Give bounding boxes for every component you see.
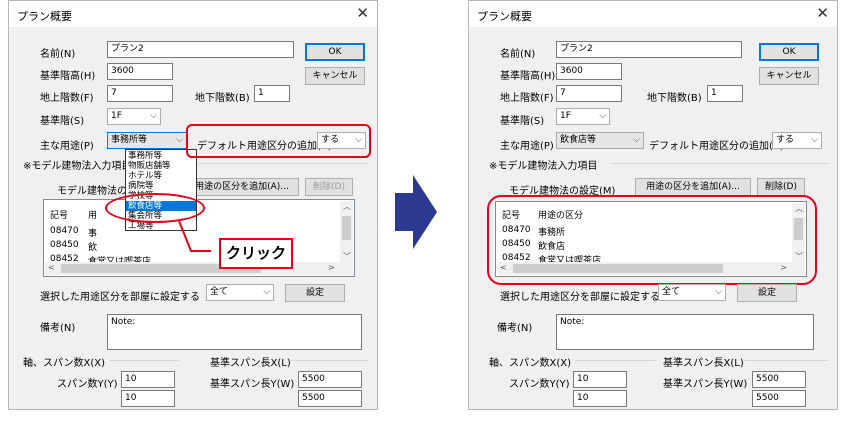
base-height-label: 基準階高(H): [500, 71, 556, 82]
span-y-input[interactable]: 10: [573, 390, 627, 407]
chevron-down-icon: ⌵: [633, 135, 640, 145]
floors-below-input[interactable]: 1: [707, 85, 743, 102]
base-floor-select[interactable]: 1F ⌵: [556, 108, 610, 125]
title-bar: プラン概要 ✕: [469, 1, 837, 27]
chevron-down-icon: ⌵: [599, 111, 606, 121]
floors-above-input[interactable]: 7: [556, 85, 622, 102]
axis-span-label: 軸、スパン数X(X): [489, 358, 572, 369]
scope-value: 全て: [662, 287, 681, 297]
floors-above-label: 地上階数(F): [500, 93, 554, 104]
base-floor-value: 1F: [560, 111, 571, 121]
base-floor-label: 基準階(S): [500, 116, 545, 127]
click-callout: クリック: [219, 238, 293, 269]
memo-label: 備考(N): [497, 323, 533, 334]
right-dialog: プラン概要 ✕ 名前(N) プラン2 OK 基準階高(H) 3600 キャンセル…: [468, 0, 838, 410]
set-button[interactable]: 設定: [737, 284, 797, 302]
scope-select[interactable]: 全て ⌵: [658, 284, 726, 301]
dialog-title: プラン概要: [477, 10, 532, 23]
arrow-right-icon: [395, 175, 437, 249]
span-y-label: スパン数Y(Y): [509, 379, 570, 390]
main-use-value: 飲食店等: [560, 135, 597, 145]
floors-below-label: 地下階数(B): [647, 93, 702, 104]
base-span-y-input[interactable]: 5500: [752, 390, 806, 407]
delete-button[interactable]: 削除(D): [757, 178, 805, 196]
name-input[interactable]: プラン2: [556, 41, 742, 58]
left-dialog: プラン概要 ✕ 名前(N) プラン2 OK 基準階高(H) 3600 キャンセル…: [8, 0, 378, 410]
base-span-x-input[interactable]: 5500: [752, 371, 806, 388]
base-span-y-label: 基準スパン長Y(W): [663, 379, 748, 390]
chevron-down-icon: ⌵: [715, 287, 722, 297]
default-use-label: デフォルト用途区分の追加(A): [649, 141, 784, 152]
section-divider: [612, 163, 829, 164]
memo-textarea[interactable]: Note:: [556, 314, 814, 350]
select-usage-label: 選択した用途区分を部屋に設定する: [500, 292, 660, 303]
model-section-label: ※モデル建物法入力項目: [489, 161, 598, 172]
default-use-value: する: [776, 135, 795, 145]
list-highlight: [487, 195, 817, 285]
name-label: 名前(N): [500, 49, 536, 60]
main-use-label: 主な用途(P): [500, 141, 554, 152]
base-span-x-label: 基準スパン長X(L): [663, 358, 744, 369]
add-usage-button[interactable]: 用途の区分を追加(A)...: [635, 178, 751, 196]
callout-connector: [178, 220, 211, 252]
callout-line: [178, 220, 211, 252]
arrow-shape: [395, 175, 437, 249]
span-x-input[interactable]: 10: [573, 371, 627, 388]
base-height-input[interactable]: 3600: [556, 63, 622, 80]
close-icon[interactable]: ✕: [816, 4, 829, 22]
default-use-select[interactable]: する ⌵: [772, 132, 822, 149]
chevron-down-icon: ⌵: [811, 135, 818, 145]
cancel-button[interactable]: キャンセル: [759, 67, 819, 85]
main-use-select[interactable]: 飲食店等 ⌵: [556, 132, 644, 149]
section-divider: [745, 360, 829, 361]
section-divider: [575, 360, 655, 361]
ok-button[interactable]: OK: [759, 43, 819, 61]
